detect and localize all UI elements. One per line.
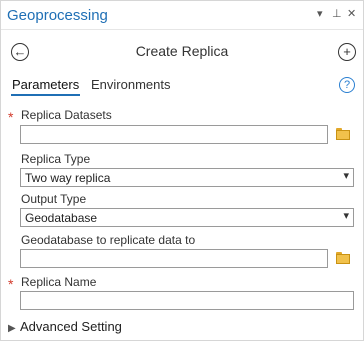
tool-title: Create Replica — [135, 43, 229, 59]
folder-icon[interactable] — [335, 252, 351, 264]
tab-environments[interactable]: Environments — [91, 77, 170, 92]
advanced-settings-label: Advanced Setting — [20, 319, 122, 334]
target-gdb-input[interactable] — [20, 249, 328, 268]
folder-icon-body — [336, 130, 350, 140]
geoprocessing-pane: Geoprocessing ▾ ⊥ ✕ ← Create Replica + P… — [0, 0, 364, 341]
add-icon[interactable]: + — [338, 43, 356, 61]
replica-type-label: Replica Type — [21, 152, 91, 166]
replica-name-input[interactable] — [20, 291, 354, 310]
output-type-select[interactable]: Geodatabase — [20, 208, 354, 227]
pane-title: Geoprocessing — [7, 7, 108, 24]
required-marker: * — [8, 276, 14, 292]
replica-name-label: Replica Name — [21, 275, 97, 289]
replica-datasets-label: Replica Datasets — [21, 108, 112, 122]
output-type-label: Output Type — [21, 192, 87, 206]
help-icon[interactable]: ? — [339, 77, 355, 93]
chevron-right-icon: ▶ — [8, 323, 16, 334]
options-dropdown-icon[interactable]: ▾ — [317, 7, 323, 20]
close-icon[interactable]: ✕ — [347, 7, 356, 20]
replica-type-select[interactable]: Two way replica — [20, 168, 354, 187]
replica-datasets-input[interactable] — [20, 125, 328, 144]
pane-titlebar: Geoprocessing ▾ ⊥ ✕ — [1, 1, 363, 30]
folder-icon-body — [336, 254, 350, 264]
pin-icon[interactable]: ⊥ — [332, 7, 342, 20]
advanced-settings-toggle[interactable]: ▶ Advanced Setting — [8, 319, 122, 334]
folder-icon[interactable] — [335, 128, 351, 140]
tab-bar: Parameters Environments ? — [1, 77, 363, 97]
tool-header: ← Create Replica + — [1, 35, 363, 67]
required-marker: * — [8, 109, 14, 125]
target-gdb-label: Geodatabase to replicate data to — [21, 233, 196, 247]
tab-parameters[interactable]: Parameters — [10, 77, 81, 96]
